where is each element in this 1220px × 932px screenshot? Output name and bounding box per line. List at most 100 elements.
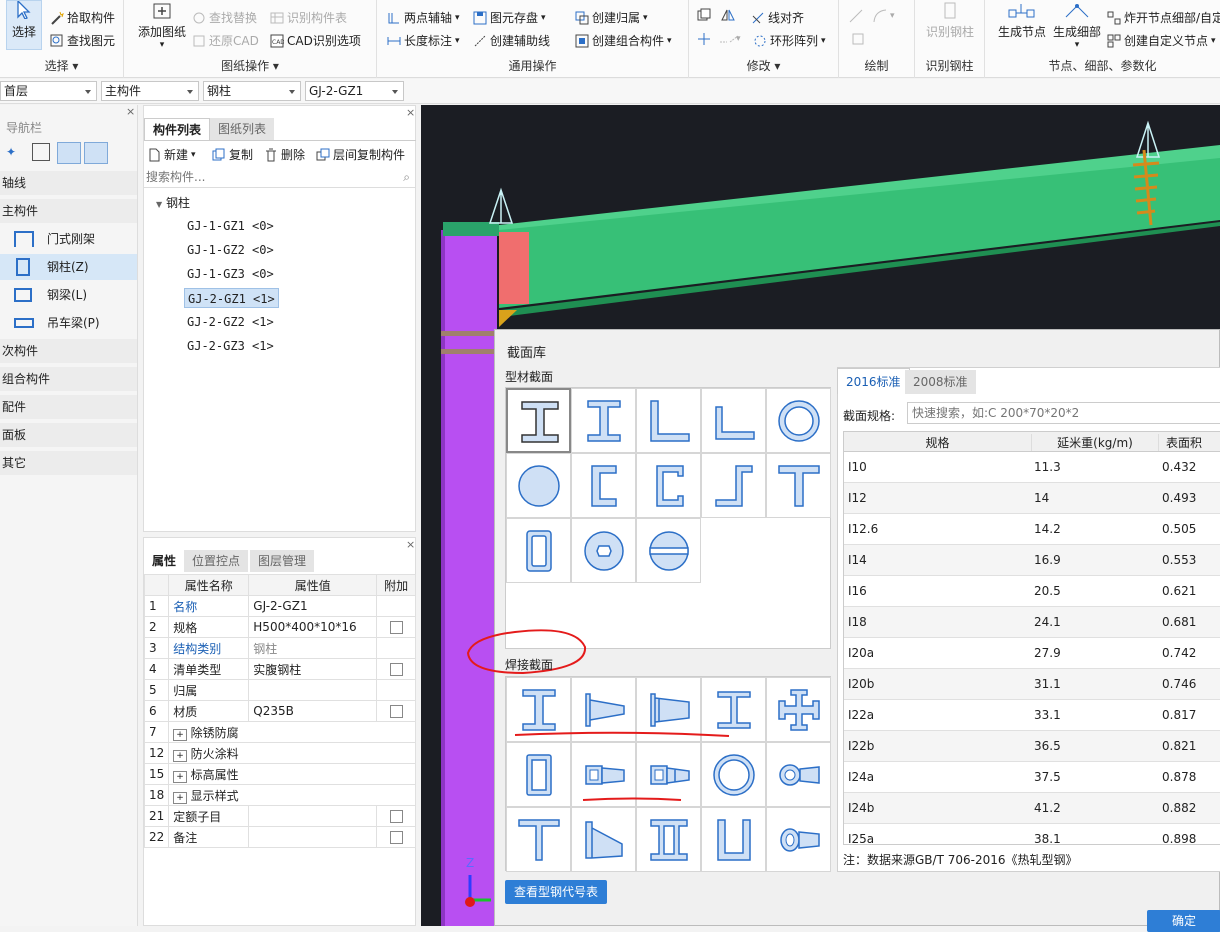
- attach-checkbox[interactable]: [389, 810, 403, 823]
- section-split-round[interactable]: [636, 518, 701, 583]
- spec-row[interactable]: I24a 37.5 0.878: [844, 762, 1220, 793]
- section-equal-angle[interactable]: [636, 388, 701, 453]
- section-tube[interactable]: [766, 388, 831, 453]
- expand-icon[interactable]: +: [173, 791, 187, 804]
- welded-tee[interactable]: [506, 807, 571, 872]
- floor-copy-button[interactable]: 层间复制构件: [316, 146, 405, 163]
- section-i-beam[interactable]: [506, 388, 571, 453]
- component-select[interactable]: GJ-2-GZ1: [305, 81, 404, 101]
- expand-icon[interactable]: +: [173, 749, 187, 762]
- detail-view-icon[interactable]: [84, 142, 108, 164]
- welded-u-section[interactable]: [701, 807, 766, 872]
- nav-cat-combo[interactable]: 组合构件: [0, 367, 137, 391]
- grid-view-icon[interactable]: [32, 143, 50, 161]
- nav-item-portal-frame[interactable]: 门式刚架: [0, 226, 137, 252]
- copy-component-button[interactable]: 复制: [212, 146, 253, 163]
- subtype-select[interactable]: 钢柱: [203, 81, 301, 101]
- line-draw-button[interactable]: [849, 9, 863, 23]
- view-steel-code-button[interactable]: 查看型钢代号表: [505, 880, 607, 904]
- tab-2008-standard[interactable]: 2008标准: [905, 370, 976, 394]
- tree-item-selected[interactable]: GJ-2-GZ1 <1>: [184, 288, 279, 308]
- tree-root[interactable]: ▼ 钢柱: [156, 194, 190, 211]
- section-lipped-channel[interactable]: [636, 453, 701, 518]
- prop-row[interactable]: 21 定额子目: [143, 805, 416, 827]
- nav-cat-main[interactable]: 主构件: [0, 199, 137, 223]
- nav-item-steel-column[interactable]: 钢柱(Z): [0, 254, 137, 280]
- spec-row[interactable]: I22b 36.5 0.821: [844, 731, 1220, 762]
- delete-component-button[interactable]: 删除: [264, 146, 305, 163]
- tab-component-list[interactable]: 构件列表: [144, 118, 211, 140]
- tree-item[interactable]: GJ-2-GZ3 <1>: [184, 336, 277, 356]
- spec-row[interactable]: I12 14 0.493: [844, 483, 1220, 514]
- list-view-icon[interactable]: [57, 142, 81, 164]
- prop-row-group[interactable]: 18 + 显示样式: [143, 784, 416, 806]
- find-replace-button[interactable]: 查找替换: [192, 9, 257, 26]
- collapse-icon[interactable]: ▼: [156, 200, 162, 209]
- new-component-button[interactable]: 新建 ▾: [147, 146, 196, 163]
- recognize-table-button[interactable]: 识别构件表: [270, 9, 347, 26]
- spec-row[interactable]: I20a 27.9 0.742: [844, 638, 1220, 669]
- welded-cross[interactable]: [766, 677, 831, 742]
- spec-row[interactable]: I14 16.9 0.553: [844, 545, 1220, 576]
- welded-tee-tapered[interactable]: [571, 807, 636, 872]
- attach-checkbox[interactable]: [389, 705, 403, 718]
- spec-row[interactable]: I12.6 14.2 0.505: [844, 514, 1220, 545]
- tab-properties[interactable]: 属性: [144, 550, 185, 572]
- tree-item[interactable]: GJ-1-GZ1 <0>: [184, 216, 277, 236]
- cad-options-button[interactable]: CAD CAD识别选项: [270, 32, 361, 49]
- prop-row[interactable]: 3 结构类别 钢柱: [143, 637, 416, 659]
- section-z[interactable]: [701, 453, 766, 518]
- create-aux-line-button[interactable]: 创建辅助线: [473, 32, 550, 49]
- component-search-input[interactable]: [144, 168, 384, 186]
- move-tool-button[interactable]: [697, 32, 711, 46]
- create-custom-node-button[interactable]: 创建自定义节点 ▾: [1107, 32, 1216, 49]
- spec-search-input[interactable]: [907, 402, 1220, 424]
- pin-icon[interactable]: ✦: [6, 145, 16, 159]
- nav-cat-panel[interactable]: 面板: [0, 423, 137, 447]
- prop-row[interactable]: 6 材质 Q235B: [143, 700, 416, 722]
- create-group-button[interactable]: 创建归属 ▾: [575, 9, 648, 26]
- attach-checkbox[interactable]: [389, 831, 403, 844]
- copy-tool-button[interactable]: [697, 8, 711, 22]
- prop-row[interactable]: 4 清单类型 实腹钢柱: [143, 658, 416, 680]
- prop-row-group[interactable]: 15 + 标高属性: [143, 763, 416, 785]
- attach-checkbox[interactable]: [389, 621, 403, 634]
- element-save-button[interactable]: 图元存盘 ▾: [473, 9, 546, 26]
- two-point-aux-button[interactable]: 两点辅轴 ▾: [387, 9, 460, 26]
- props-close-icon[interactable]: ×: [406, 538, 415, 551]
- prop-row-group[interactable]: 7 + 除锈防腐: [143, 721, 416, 743]
- welded-tube-cone[interactable]: [766, 807, 831, 872]
- tab-layers[interactable]: 图层管理: [250, 550, 315, 572]
- tree-item[interactable]: GJ-1-GZ3 <0>: [184, 264, 277, 284]
- prop-row[interactable]: 22 备注: [143, 826, 416, 848]
- nav-cat-axis[interactable]: 轴线: [0, 171, 137, 195]
- nav-item-steel-beam[interactable]: 钢梁(L): [0, 282, 137, 308]
- tab-drawing-list[interactable]: 图纸列表: [210, 118, 275, 140]
- complist-close-icon[interactable]: ×: [406, 106, 415, 119]
- expand-icon[interactable]: +: [173, 728, 187, 741]
- length-dim-button[interactable]: 长度标注 ▾: [387, 32, 460, 49]
- line-align-button[interactable]: 线对齐: [751, 9, 804, 26]
- explode-node-button[interactable]: 炸开节点细部/自定: [1107, 9, 1220, 26]
- nav-cat-other[interactable]: 其它: [0, 451, 137, 475]
- ok-button[interactable]: 确定: [1147, 910, 1220, 932]
- tab-position[interactable]: 位置控点: [184, 550, 249, 572]
- section-h-beam[interactable]: [571, 388, 636, 453]
- tab-2016-standard[interactable]: 2016标准: [837, 368, 910, 394]
- prop-row-group[interactable]: 12 + 防火涂料: [143, 742, 416, 764]
- pick-component-button[interactable]: 拾取构件: [50, 9, 115, 26]
- nav-close-icon[interactable]: ×: [126, 105, 135, 118]
- attach-checkbox[interactable]: [389, 663, 403, 676]
- mirror-tool-button[interactable]: [721, 8, 735, 22]
- welded-double-web[interactable]: [636, 807, 701, 872]
- offset-tool-button[interactable]: ▾: [719, 32, 741, 46]
- select-button[interactable]: 选择: [6, 0, 42, 50]
- search-icon[interactable]: ⌕: [403, 170, 410, 185]
- prop-row[interactable]: 2 规格 H500*400*10*16: [143, 616, 416, 638]
- type-select[interactable]: 主构件: [101, 81, 199, 101]
- spec-row[interactable]: I24b 41.2 0.882: [844, 793, 1220, 824]
- spec-row[interactable]: I22a 33.1 0.817: [844, 700, 1220, 731]
- section-channel[interactable]: [571, 453, 636, 518]
- recognize-column-button[interactable]: 识别钢柱: [919, 2, 981, 40]
- section-unequal-angle[interactable]: [701, 388, 766, 453]
